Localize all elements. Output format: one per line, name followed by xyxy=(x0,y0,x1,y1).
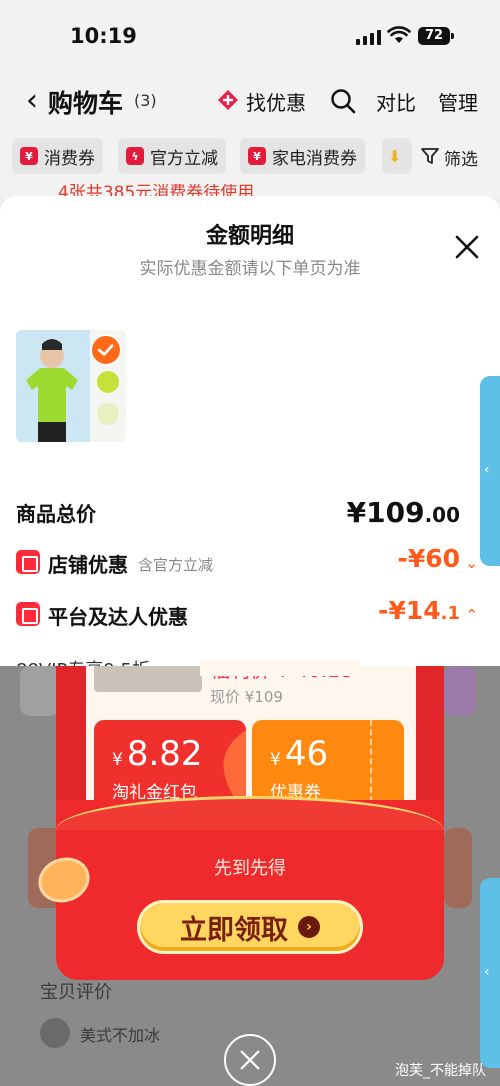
cart-count: (3) xyxy=(134,91,157,110)
total-label: 商品总价 xyxy=(16,502,96,526)
coupon-icon: ¥ xyxy=(20,147,38,165)
filter-button[interactable]: 筛选 xyxy=(444,145,478,170)
selected-check-icon xyxy=(90,334,122,366)
battery-icon: 72 xyxy=(418,27,454,45)
store-discount-label: 店铺优惠 xyxy=(48,553,128,577)
status-time: 10:19 xyxy=(70,24,137,48)
compare-button[interactable]: 对比 xyxy=(376,87,416,116)
platform-discount-dec: .1 xyxy=(440,603,460,624)
close-icon[interactable] xyxy=(454,234,480,260)
sheet-title: 金额明细 xyxy=(205,224,294,249)
manage-button[interactable]: 管理 xyxy=(438,87,478,116)
gift-currency: ¥ xyxy=(112,750,123,770)
arrow-down-icon: ⬇ xyxy=(388,146,402,166)
popup-close-icon[interactable] xyxy=(224,1034,276,1086)
deals-icon[interactable] xyxy=(216,88,240,112)
platform-discount-amount: -¥14.1 xyxy=(378,596,460,625)
side-drawer-tab[interactable]: ‹ xyxy=(480,878,500,1068)
watermark: 泡芙_不能掉队 xyxy=(395,1063,486,1079)
store-discount-amount: -¥60 xyxy=(397,544,460,573)
chevron-up-icon[interactable]: ⌃ xyxy=(465,606,478,624)
gift-amount-value: 8.82 xyxy=(126,734,203,774)
paper-product-image xyxy=(94,666,202,692)
paper-current-price: 现价 ¥109 xyxy=(210,688,283,706)
signal-icon xyxy=(356,30,381,45)
coupon-amount: ¥46 xyxy=(270,734,328,774)
review-title: 宝贝评价 xyxy=(40,982,112,1003)
platform-discount-main: -¥14 xyxy=(378,596,441,625)
page-title: 购物车 xyxy=(48,89,124,118)
chip-official-discount[interactable]: ϟ 官方立减 xyxy=(118,138,226,174)
find-deals-button[interactable]: 找优惠 xyxy=(246,87,306,116)
side-drawer-tab[interactable]: ‹ xyxy=(480,376,500,566)
platform-discount-label: 平台及达人优惠 xyxy=(48,605,188,629)
wifi-icon xyxy=(387,26,411,43)
gift-amount: ¥8.82 xyxy=(112,734,203,774)
chip-label: 家电消费券 xyxy=(272,148,357,169)
store-discount-note: 含官方立减 xyxy=(138,556,214,574)
store-icon xyxy=(16,550,40,574)
coupon-amount-value: 46 xyxy=(284,734,329,774)
reviewer-name: 美式不加冰 xyxy=(80,1026,161,1045)
filter-bar: ¥ 消费券 ϟ 官方立减 ¥ 家电消费券 ⬇ 筛选 xyxy=(0,132,500,184)
arrow-right-icon: › xyxy=(298,916,320,938)
coupon-perforation xyxy=(370,720,372,812)
chip-label: 官方立减 xyxy=(150,148,218,169)
dim-tile xyxy=(20,666,60,716)
cart-header: ‹ 购物车 (3) 找优惠 对比 管理 xyxy=(0,70,500,132)
claim-label: 立即领取 xyxy=(180,914,288,946)
amount-detail-sheet: 金额明细 实际优惠金额请以下单页为准 商品总价 ¥109.00 店铺优惠 含官方… xyxy=(0,196,500,681)
total-currency: ¥ xyxy=(346,496,367,529)
chip-label: 消费券 xyxy=(44,148,95,169)
status-bar: 10:19 72 xyxy=(0,0,500,70)
chip-consumer-coupon[interactable]: ¥ 消费券 xyxy=(12,138,103,174)
filter-icon[interactable] xyxy=(420,146,440,166)
total-int: 109 xyxy=(366,496,425,529)
lightning-icon: ϟ xyxy=(126,147,144,165)
avatar xyxy=(40,1018,70,1048)
sheet-subtitle: 实际优惠金额请以下单页为准 xyxy=(139,259,361,279)
chip-more[interactable]: ⬇ xyxy=(382,138,412,174)
tshirt-model-image xyxy=(16,330,90,442)
paper-cut-edge xyxy=(200,660,360,676)
total-price: ¥109.00 xyxy=(347,496,460,529)
coupon-currency: ¥ xyxy=(270,750,281,770)
search-icon[interactable] xyxy=(330,88,356,114)
chip-appliance-coupon[interactable]: ¥ 家电消费券 xyxy=(240,138,365,174)
chevron-down-icon[interactable]: ⌄ xyxy=(465,554,478,572)
chevron-left-icon: ‹ xyxy=(484,964,490,980)
coupon-icon: ¥ xyxy=(248,147,266,165)
platform-icon xyxy=(16,602,40,626)
total-dec: .00 xyxy=(424,503,460,527)
dim-tile xyxy=(444,666,476,716)
chevron-left-icon[interactable]: ‹ xyxy=(26,86,38,116)
chevron-left-icon: ‹ xyxy=(484,462,490,478)
claim-now-button[interactable]: 立即领取 › xyxy=(137,900,363,954)
